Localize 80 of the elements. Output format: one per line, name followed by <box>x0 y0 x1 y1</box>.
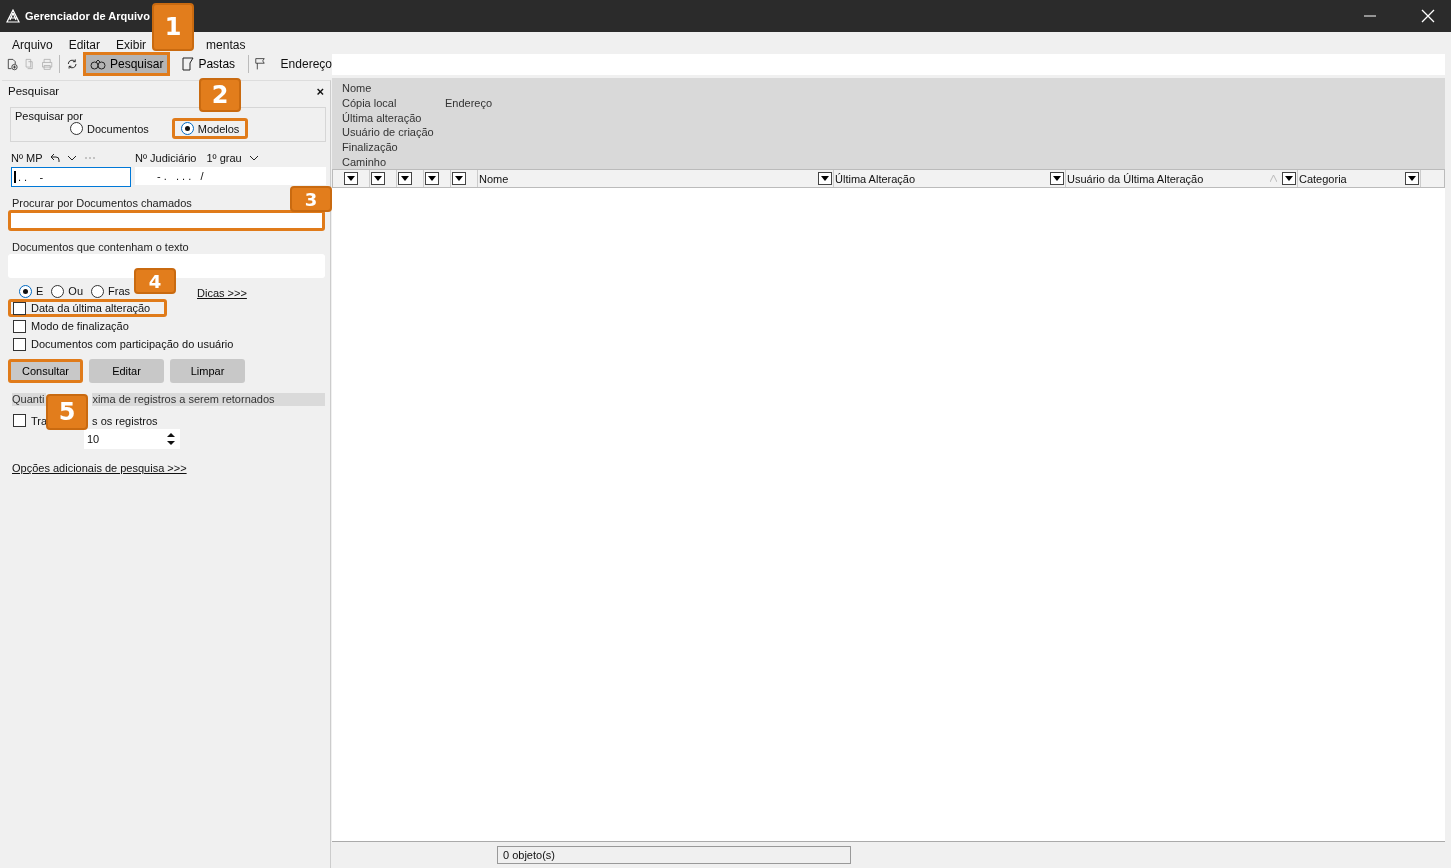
step-number-badge: 2 <box>199 78 241 112</box>
chevron-down-icon[interactable] <box>248 155 259 161</box>
refresh-icon[interactable] <box>65 56 78 72</box>
caret-down-icon <box>347 176 355 181</box>
detail-label: Caminho <box>342 155 388 168</box>
detail-label: Nome <box>342 82 373 95</box>
checkbox[interactable] <box>13 414 26 427</box>
input-field[interactable] <box>8 210 325 231</box>
address-label: Endereço <box>280 57 332 71</box>
caret-down-icon <box>821 176 829 181</box>
detail-label: Finalização <box>342 141 399 153</box>
column-filter-button[interactable] <box>452 172 466 185</box>
input-field[interactable]: - . . . . / <box>135 167 326 185</box>
toolbar-button[interactable]: Pesquisar <box>83 52 171 76</box>
checkbox-label: Tra <box>31 414 48 427</box>
column-filter-button[interactable] <box>371 172 385 185</box>
panel-title: Pesquisar <box>8 85 60 97</box>
radio-option[interactable]: Fras <box>91 284 131 298</box>
status-bar-text: 0 objeto(s) <box>497 846 851 864</box>
detail-label: Usuário de criação <box>342 126 435 139</box>
dropdown-value[interactable]: 1º grau <box>206 152 242 164</box>
detail-label: Última alteração <box>342 111 423 124</box>
column-header[interactable]: Nome <box>479 172 815 185</box>
checkbox-option[interactable]: Data da última alteração <box>8 299 168 317</box>
checkbox-label: s os registros <box>92 414 158 427</box>
radio-option[interactable]: Modelos <box>171 118 249 139</box>
undo-icon[interactable] <box>49 153 60 163</box>
column-header[interactable]: Categoria <box>1299 172 1402 185</box>
section-label: Quanti <box>12 393 47 406</box>
checkbox-option[interactable]: Modo de finalização <box>8 317 146 335</box>
radio-option[interactable]: Ou <box>51 284 84 298</box>
step-number-badge: 4 <box>134 268 176 294</box>
checkbox-option[interactable]: Documentos com participação do usuário <box>8 335 251 353</box>
field-label: Nº Judiciário <box>135 152 197 164</box>
step-number-badge: 3 <box>290 186 332 212</box>
caret-down-icon <box>428 176 436 181</box>
menu-item[interactable]: mentas <box>206 38 246 52</box>
field-label: Nº MP <box>11 152 43 164</box>
column-filter-button[interactable] <box>425 172 439 185</box>
caret-down-icon <box>401 176 409 181</box>
action-button[interactable]: Consultar <box>8 359 83 383</box>
caret-down-icon <box>1285 176 1293 181</box>
caret-down-icon <box>1053 176 1061 181</box>
toolbar-button[interactable]: Pastas <box>175 52 243 76</box>
spinner-arrows-icon[interactable] <box>167 432 175 446</box>
detail-label: Endereço <box>445 97 493 109</box>
section-label: xima de registros a serem retornados <box>92 393 325 406</box>
column-filter-button[interactable] <box>818 172 832 185</box>
detail-label: Cópia local <box>342 97 398 109</box>
menu-item[interactable]: Exibir <box>116 38 147 52</box>
action-button[interactable]: Editar <box>89 359 164 383</box>
chevron-down-icon[interactable] <box>66 155 77 161</box>
caret-down-icon <box>374 176 382 181</box>
caret-down-icon <box>455 176 463 181</box>
number-spinner[interactable]: 10 <box>84 429 180 449</box>
column-header[interactable]: Usuário da Última Alteração <box>1067 172 1279 185</box>
group-label: Pesquisar por <box>15 110 83 122</box>
tips-link[interactable]: Dicas >>> <box>197 287 247 299</box>
close-icon[interactable] <box>1421 9 1435 23</box>
field-label: Procurar por Documentos chamados <box>12 197 192 209</box>
action-button[interactable]: Limpar <box>170 359 245 383</box>
menu-item[interactable]: Arquivo <box>12 38 53 52</box>
step-number-badge: 5 <box>46 394 88 430</box>
caret-down-icon <box>1408 176 1416 181</box>
input-field[interactable]: . . - <box>11 167 131 187</box>
binoculars-icon <box>90 58 106 70</box>
step-number-badge: 1 <box>152 3 194 51</box>
menu-item[interactable]: Editar <box>68 38 101 52</box>
new-document-icon[interactable] <box>6 56 19 72</box>
column-filter-button[interactable] <box>1405 172 1419 185</box>
column-filter-button[interactable] <box>1282 172 1296 185</box>
more-options-link[interactable]: Opções adicionais de pesquisa >>> <box>12 462 187 474</box>
close-button[interactable]: × <box>316 83 324 99</box>
column-filter-button[interactable] <box>398 172 412 185</box>
window-title: Gerenciador de Arquivo <box>25 10 150 22</box>
column-filter-button[interactable] <box>1050 172 1064 185</box>
column-filter-button[interactable] <box>344 172 358 185</box>
app-logo-icon <box>6 9 20 23</box>
column-header[interactable]: Última Alteração <box>835 172 1047 185</box>
field-label: Documentos que contenham o texto <box>12 241 189 253</box>
